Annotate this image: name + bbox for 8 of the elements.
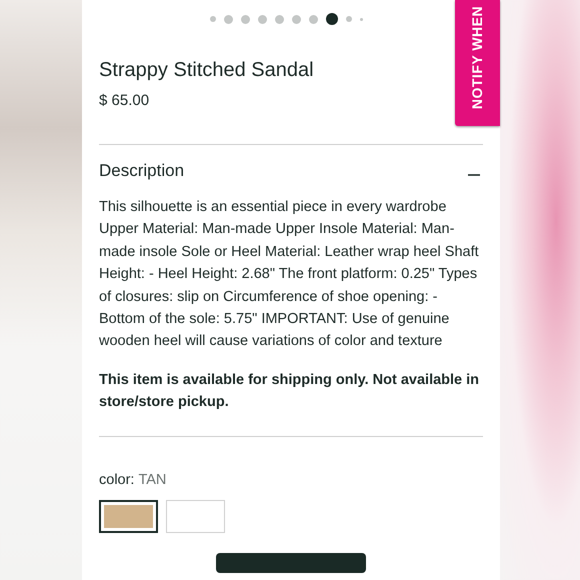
- description-text: This silhouette is an essential piece in every wardrobe Upper Material: Man-made Upper Insole Material: Man-made insole Sole or Heel Material: Leather wrap heel Shaft Height: - Heel Height: 2.68" The front platform: 0.25" Types of closures: slip on Circumference of shoe opening: - Bottom of the sole: 5.75" IMPORTANT: Use of genuine wooden heel will cause variations of color and texture: [99, 198, 480, 352]
- description-toggle[interactable]: Description: [99, 159, 483, 183]
- color-label: color:: [99, 470, 134, 490]
- shipping-notice: This item is available for shipping only. Not available in store/store pickup.: [99, 370, 480, 412]
- notify-tab[interactable]: NOTIFY WHEN: [455, 0, 500, 126]
- action-button[interactable]: [216, 552, 366, 573]
- color-swatch[interactable]: [99, 500, 158, 533]
- color-value: TAN: [138, 470, 166, 490]
